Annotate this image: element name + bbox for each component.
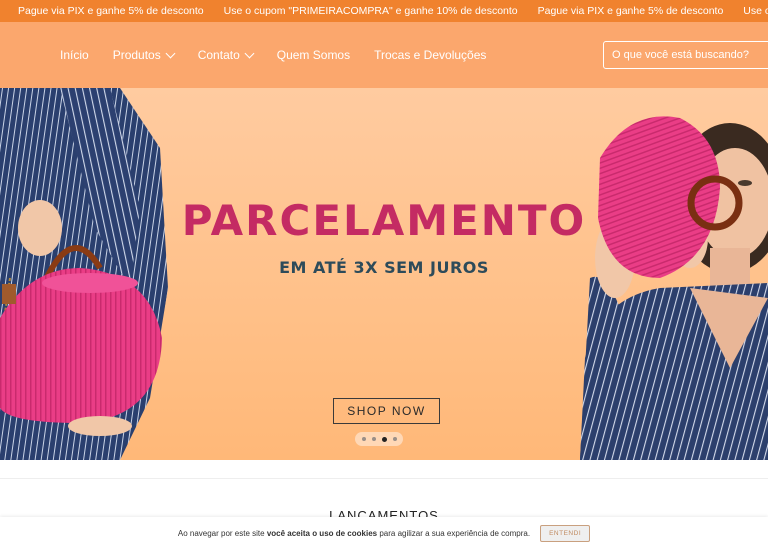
hero-title: PARCELAMENTO <box>181 196 587 245</box>
search-box <box>603 41 768 69</box>
nav-item-inicio[interactable]: Início <box>60 48 89 62</box>
carousel-dot-active[interactable] <box>381 436 387 442</box>
carousel-dot[interactable] <box>371 437 376 441</box>
announcement-message: Pague via PIX e ganhe 5% de desconto <box>537 5 724 17</box>
announcement-message: Pague via PIX e ganhe 5% de desconto <box>18 5 204 17</box>
cookie-text-start: Ao navegar por este site <box>177 529 267 538</box>
cookie-banner: Ao navegar por este site você aceita o u… <box>0 517 768 550</box>
nav-item-label: Quem Somos <box>276 48 351 62</box>
shop-now-button[interactable]: SHOP NOW <box>333 398 440 424</box>
hero-subtitle: EM ATÉ 3X SEM JUROS <box>279 258 489 277</box>
main-nav: Início Produtos Contato Quem Somos Troca… <box>60 22 510 88</box>
nav-item-label: Produtos <box>112 48 161 62</box>
announcement-bar: Pague via PIX e ganhe 5% de desconto Use… <box>0 0 768 22</box>
carousel-dot[interactable] <box>361 437 366 441</box>
announcement-message: Use o cupom "PRIMEIRACOMPRA" e ganhe 10%… <box>223 5 518 17</box>
cookie-text: Ao navegar por este site você aceita o u… <box>178 529 530 538</box>
carousel-indicators <box>355 432 403 446</box>
chevron-down-icon <box>244 48 255 58</box>
carousel-dot[interactable] <box>392 437 397 441</box>
cookie-accept-button[interactable]: ENTENDI <box>540 525 591 542</box>
nav-item-contato[interactable]: Contato <box>197 48 255 62</box>
cookie-text-bold: você aceita o uso de cookies <box>266 529 378 538</box>
hero-banner[interactable]: PARCELAMENTO EM ATÉ 3X SEM JUROS SHOP NO… <box>0 88 768 460</box>
nav-item-label: Contato <box>197 48 240 62</box>
announcement-track: Pague via PIX e ganhe 5% de desconto Use… <box>18 0 768 22</box>
nav-item-label: Trocas e Devoluções <box>374 48 487 62</box>
section-divider <box>0 478 768 479</box>
nav-item-trocas[interactable]: Trocas e Devoluções <box>374 48 486 62</box>
chevron-down-icon <box>165 48 176 58</box>
nav-item-produtos[interactable]: Produtos <box>112 48 176 62</box>
announcement-message: Use o cupom "PRIMEIRACOMPRA" e ganhe 10%… <box>743 5 768 17</box>
nav-item-label: Início <box>60 48 89 62</box>
site-header: Início Produtos Contato Quem Somos Troca… <box>0 22 768 88</box>
cookie-text-end: para agilizar a sua experiência de compr… <box>377 529 531 538</box>
search-input[interactable] <box>612 49 768 61</box>
nav-item-quem-somos[interactable]: Quem Somos <box>277 48 350 62</box>
